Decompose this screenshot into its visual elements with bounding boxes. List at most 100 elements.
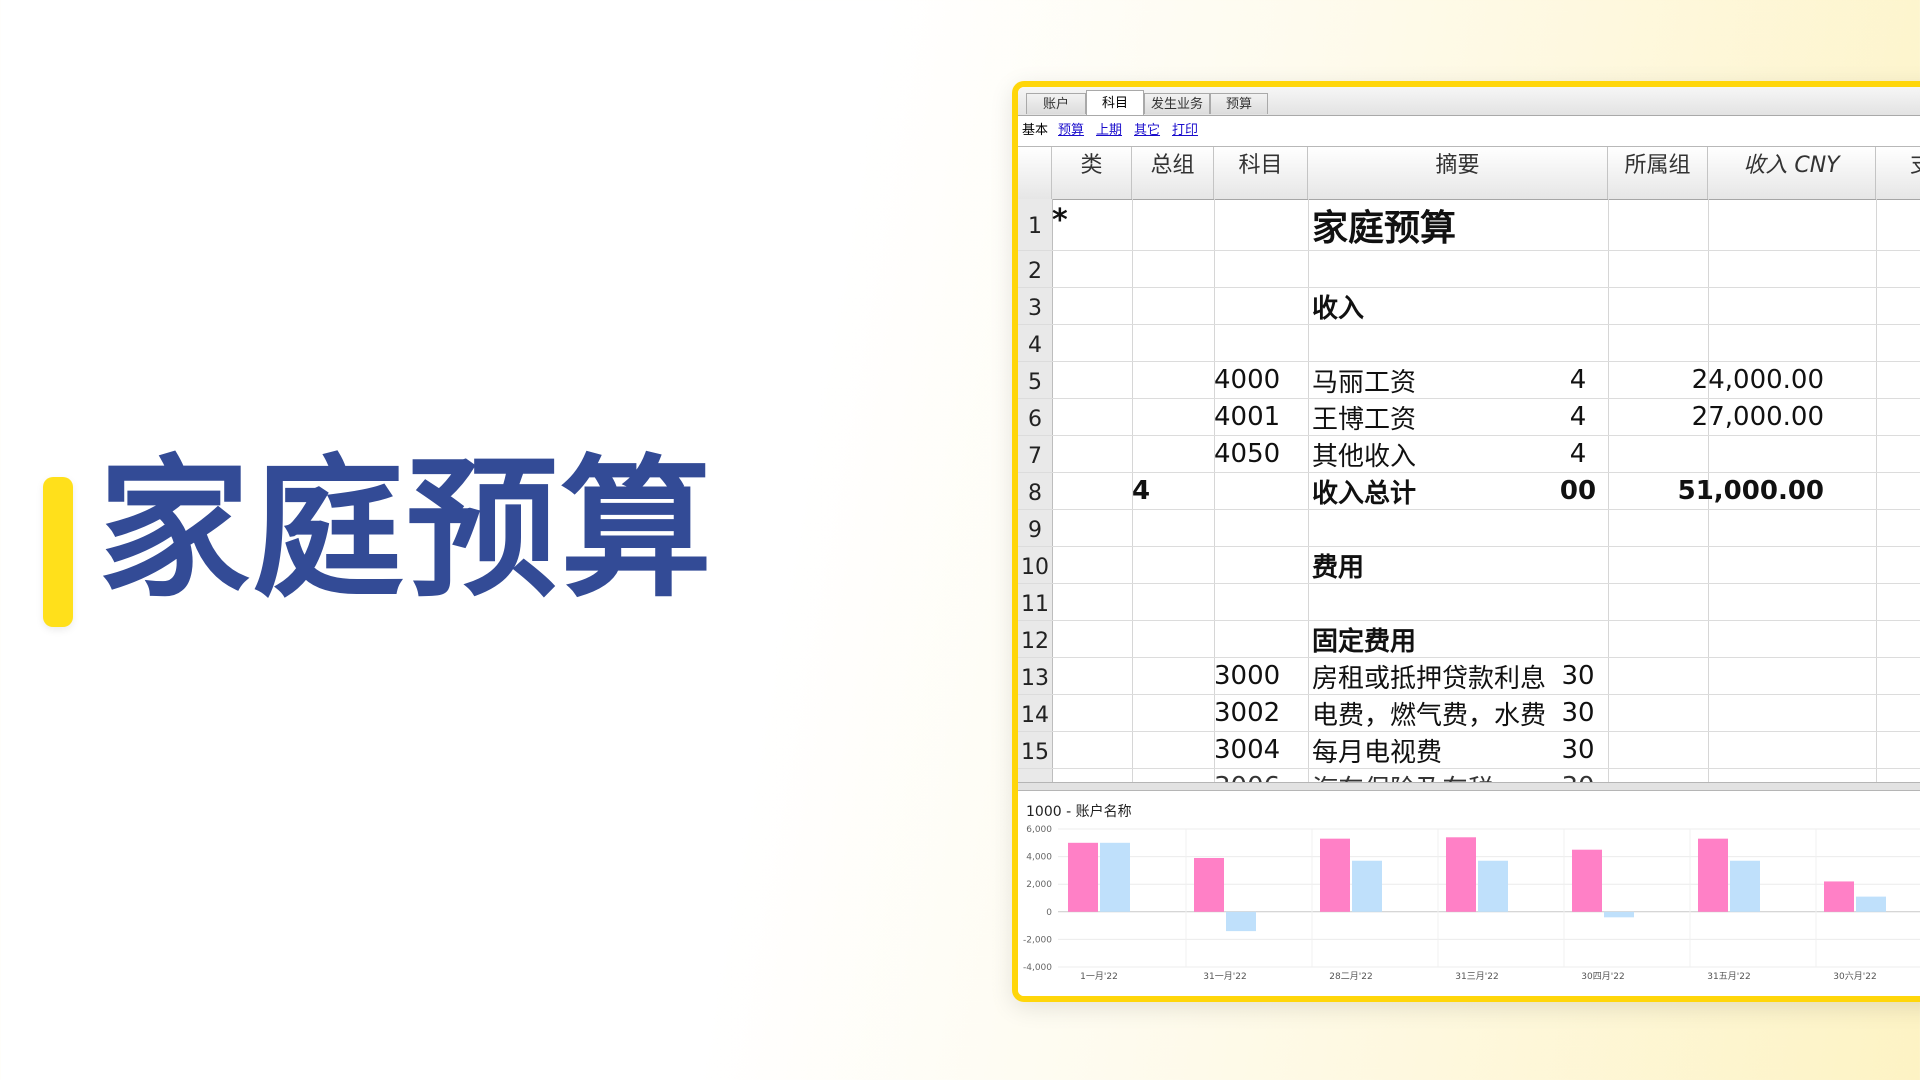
cell-account[interactable]: 3004 [1214,732,1309,768]
view-link-other[interactable]: 其它 [1134,116,1160,146]
row-number: 5 [1028,369,1042,395]
table-header: 类 总组 科目 摘要 所属组 收入 CNY 支 [1018,147,1920,200]
cell-group[interactable]: 4 [1498,399,1658,435]
view-current[interactable]: 基本 [1022,116,1048,146]
chart-bar [1226,911,1256,932]
cell-account[interactable]: 4000 [1214,362,1309,398]
x-tick-label: 31三月'22 [1455,971,1498,982]
cell-description[interactable]: 家庭预算 [1312,199,1612,250]
tab-accounts[interactable]: 账户 [1026,93,1086,114]
cell-group[interactable]: 30 [1498,732,1658,768]
row-marker[interactable]: * [1052,199,1072,254]
x-tick-label: 28二月'22 [1329,971,1372,982]
cell-group[interactable]: 4 [1498,436,1658,472]
tab-categories[interactable]: 科目 [1086,90,1144,115]
accent-bar [43,477,73,627]
row-number: 1 [1028,214,1042,239]
column-header-total-group[interactable]: 总组 [1132,147,1214,199]
cell-account[interactable]: 3000 [1214,658,1309,694]
cell-group[interactable]: 30 [1498,658,1658,694]
cell-account[interactable]: 4001 [1214,399,1309,435]
cell-group[interactable]: 4 [1498,362,1658,398]
table-row[interactable]: 11 [1018,584,1920,621]
view-link-print[interactable]: 打印 [1172,116,1198,146]
table-row[interactable]: 12 固定费用 [1018,621,1920,658]
table-row[interactable]: 8 4 收入总计 00 51,000.00 [1018,473,1920,510]
table-row[interactable]: 3006汽车保险及车税30 [1018,769,1920,783]
cell-description[interactable]: 收入 [1312,288,1612,324]
row-number: 4 [1028,332,1042,358]
cell-income[interactable]: 24,000.00 [1658,362,1824,398]
cell-income[interactable]: 51,000.00 [1658,473,1824,509]
chart-bar [1730,860,1760,912]
table-row[interactable]: 15 3004 每月电视费 30 [1018,732,1920,769]
row-number: 8 [1028,480,1042,506]
y-tick-label: 0 [1046,908,1052,918]
row-number: 11 [1021,591,1049,617]
cell-group[interactable]: 30 [1498,769,1658,783]
table-row[interactable]: 2 [1018,251,1920,288]
view-link-previous[interactable]: 上期 [1096,116,1122,146]
chart-bar [1320,838,1350,912]
chart-bar [1478,860,1508,912]
row-number: 9 [1028,517,1042,543]
categories-table: 类 总组 科目 摘要 所属组 收入 CNY 支 1 * 家庭预算 2 3 收入 4 5 4000… [1018,146,1920,783]
table-row[interactable]: 10 费用 [1018,547,1920,584]
table-row[interactable]: 14 3002 电费，燃气费，水费 30 [1018,695,1920,732]
column-header-description[interactable]: 摘要 [1308,147,1608,199]
chart-bar [1604,911,1634,918]
table-row[interactable]: 7 4050 其他收入 4 [1018,436,1920,473]
x-tick-label: 31五月'22 [1707,971,1750,982]
row-number: 12 [1021,628,1049,654]
cell-account[interactable]: 3002 [1214,695,1309,731]
chart-bar [1572,849,1602,912]
cell-description[interactable]: 费用 [1312,547,1612,583]
cell-total-group[interactable]: 4 [1132,473,1192,509]
table-row[interactable]: 5 4000 马丽工资 4 24,000.00 [1018,362,1920,399]
row-number: 3 [1028,295,1042,321]
chart-bar [1352,860,1382,912]
row-number: 13 [1021,665,1049,691]
x-tick-label: 31一月'22 [1203,971,1246,982]
table-row[interactable]: 6 4001 王博工资 4 27,000.00 [1018,399,1920,436]
header-corner [1018,147,1052,199]
cell-account[interactable]: 3006 [1214,769,1309,783]
cell-group[interactable]: 30 [1498,695,1658,731]
cell-account[interactable]: 4050 [1214,436,1309,472]
tab-transactions[interactable]: 发生业务 [1144,93,1210,114]
chart-bar [1194,857,1224,912]
bar-chart: 6,000 4,000 2,000 0 -2,000 -4,000 1一月'22 31一月'2… [1023,825,1920,982]
column-header-account[interactable]: 科目 [1214,147,1308,199]
pane-splitter[interactable] [1018,782,1920,791]
y-tick-label: 2,000 [1026,880,1052,890]
table-row[interactable]: 1 * 家庭预算 [1018,199,1920,251]
tab-budget[interactable]: 预算 [1210,93,1268,114]
chart-bar [1856,896,1886,912]
cell-income[interactable]: 27,000.00 [1658,399,1824,435]
view-bar: 基本 预算 上期 其它 打印 [1018,116,1920,146]
cell-description[interactable]: 固定费用 [1312,621,1612,657]
table-row[interactable]: 3 收入 [1018,288,1920,325]
chart-panel: 1000 - 账户名称 6,000 4,000 2,000 0 -2,000 -4,000… [1018,791,1920,996]
chart-bar [1100,842,1130,912]
row-number: 14 [1021,702,1049,728]
view-link-budget[interactable]: 预算 [1058,116,1084,146]
app-screenshot-frame: 账户 科目 发生业务 预算 基本 预算 上期 其它 打印 类 总组 科目 摘要 … [1012,81,1920,1002]
y-tick-label: -4,000 [1023,963,1052,973]
table-row[interactable]: 13 3000 房租或抵押贷款利息 30 [1018,658,1920,695]
table-row[interactable]: 9 [1018,510,1920,547]
column-header-group[interactable]: 所属组 [1608,147,1708,199]
cell-group[interactable]: 00 [1498,473,1658,509]
chart-bar [1824,881,1854,912]
y-tick-label: 6,000 [1026,825,1052,835]
row-number: 7 [1028,443,1042,469]
x-tick-label: 1一月'22 [1080,971,1118,982]
y-tick-label: 4,000 [1026,853,1052,863]
table-row[interactable]: 4 [1018,325,1920,362]
row-number: 10 [1021,554,1049,580]
row-number [1018,769,1052,783]
column-header-income[interactable]: 收入 CNY [1708,147,1876,199]
column-header-expense[interactable]: 支 [1876,147,1920,199]
chart-bar [1446,837,1476,912]
column-header-class[interactable]: 类 [1052,147,1132,199]
